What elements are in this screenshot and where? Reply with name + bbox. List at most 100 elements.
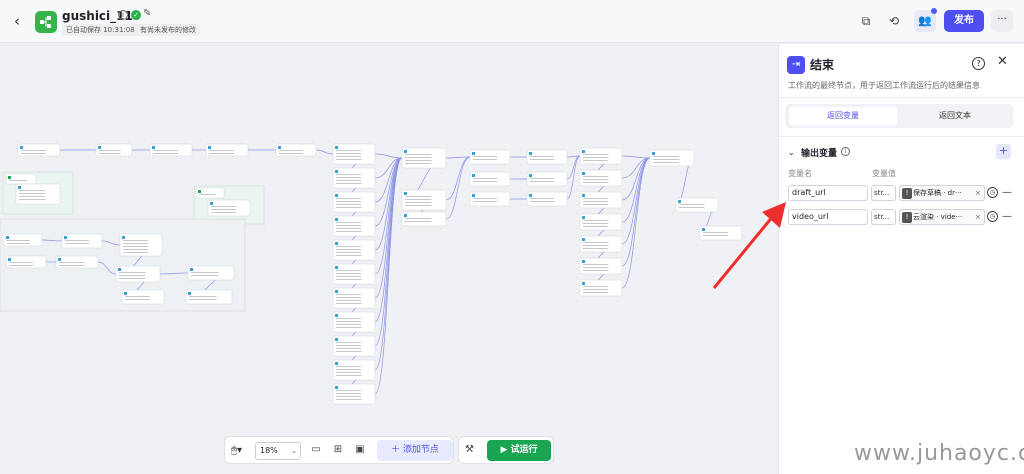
workflow-node[interactable] [579,191,623,209]
edit-icon[interactable]: ✎ [143,8,151,19]
test-run-label: 试运行 [510,445,538,455]
workflow-node[interactable] [469,191,511,207]
tab-return-variables[interactable]: 返回变量 [789,107,897,125]
workflow-node[interactable] [5,173,37,185]
variable-type-select[interactable]: str... [871,209,896,225]
publish-button[interactable]: 发布 [944,10,984,32]
clear-icon[interactable]: × [975,186,981,200]
variable-name-input[interactable]: video_url [788,209,868,225]
workflow-node[interactable] [149,143,193,157]
variable-value-text: 云渲染 · vide··· [913,213,963,221]
clock-icon[interactable]: ◷ [987,211,998,222]
workflow-node[interactable] [526,149,568,165]
workflow-node[interactable] [469,149,511,165]
remove-variable-button[interactable]: — [1002,187,1012,198]
clock-icon[interactable]: ◷ [987,187,998,198]
workflow-node[interactable] [332,215,376,237]
workflow-node[interactable] [579,235,623,253]
workflow-node[interactable] [332,167,376,189]
wrench-icon[interactable]: ⚒ [465,443,479,457]
workflow-node[interactable] [95,143,133,157]
workflow-node[interactable] [579,213,623,231]
zoom-value: 18% [260,446,278,455]
workflow-node[interactable] [401,211,447,227]
col-header-value: 变量值 [872,169,896,178]
add-node-label: 添加节点 [402,445,439,455]
more-options-button[interactable]: ··· [991,10,1013,32]
divider [779,136,1024,137]
section-title: 输出变量 [801,149,838,159]
workflow-node[interactable] [332,191,376,213]
workflow-node[interactable] [332,263,376,285]
workflow-node[interactable] [579,147,623,165]
clear-icon[interactable]: × [975,210,981,224]
workflow-node[interactable] [579,169,623,187]
divider [779,97,1024,98]
add-variable-button[interactable]: + [996,144,1011,159]
workflow-node[interactable] [579,279,623,297]
variable-name-input[interactable]: draft_url [788,185,868,201]
workflow-node[interactable] [185,289,233,305]
workflow-node[interactable] [207,199,251,217]
variable-value-text: 保存草稿 · dr··· [913,189,962,197]
chevron-down-icon[interactable]: ⌄ [788,148,795,157]
test-run-button[interactable]: ▶ 试运行 [487,440,551,461]
remove-variable-button[interactable]: — [1002,211,1012,222]
close-icon[interactable]: ✕ [997,54,1008,69]
add-node-button[interactable]: ＋ 添加节点 [377,440,453,461]
minimap-icon[interactable]: ▣ [353,443,367,457]
workflow-node[interactable] [61,233,103,249]
mouse-mode-icon[interactable]: 🖱▾ [231,442,249,460]
workflow-node[interactable] [332,359,376,381]
grid-layout-icon[interactable]: ⊞ [331,443,345,457]
workflow-node[interactable] [17,143,61,157]
workflow-node[interactable] [5,255,47,269]
workflow-node[interactable] [469,171,511,187]
panel-description: 工作流的最终节点，用于返回工作流运行后的结果信息 [788,81,980,90]
workflow-node[interactable] [332,383,376,405]
workflow-node[interactable] [119,233,163,257]
workflow-node[interactable] [3,233,43,247]
variable-type-select[interactable]: str... [871,185,896,201]
zoom-select[interactable]: 18% ⌄ [255,442,301,460]
warning-icon: ! [902,212,912,223]
workflow-canvas[interactable] [0,44,778,474]
info-icon[interactable]: i [118,10,128,20]
workflow-node[interactable] [205,143,249,157]
workflow-node[interactable] [332,287,376,309]
workflow-node[interactable] [526,191,568,207]
workflow-node[interactable] [579,257,623,275]
comment-icon[interactable]: ▭ [309,443,323,457]
workflow-node[interactable] [332,239,376,261]
workflow-node[interactable] [195,187,225,199]
workflow-node[interactable] [401,147,447,169]
workflow-node[interactable] [401,189,447,211]
help-icon[interactable]: ? [972,57,985,70]
copy-icon[interactable]: ⧉ [858,13,874,29]
check-circle-icon: ✓ [131,10,141,20]
col-header-name: 变量名 [788,169,812,178]
red-arrow-annotation [712,202,786,289]
workflow-node[interactable] [332,311,376,333]
run-toolbar: ⚒ ▶ 试运行 [458,436,554,464]
workflow-node[interactable] [332,143,376,165]
variable-value-ref[interactable]: ! 保存草稿 · dr··· × [899,185,985,201]
tab-return-text[interactable]: 返回文本 [901,107,1009,125]
workflow-node[interactable] [187,265,235,281]
workflow-title: gushici_119 [62,9,142,23]
history-icon[interactable]: ⟲ [886,13,902,29]
workflow-node[interactable] [649,149,695,167]
workflow-node[interactable] [332,335,376,357]
workflow-node[interactable] [121,289,165,305]
workflow-node[interactable] [55,255,99,269]
workflow-node[interactable] [115,265,161,283]
back-arrow-icon[interactable]: ‹ [14,12,30,30]
workflow-node[interactable] [526,171,568,187]
autosave-status: 已自动保存 10:31:08 [62,24,139,36]
info-icon[interactable]: i [841,147,850,156]
workflow-node[interactable] [15,183,61,205]
workflow-logo-icon [35,11,57,33]
workflow-node[interactable] [275,143,317,157]
variable-value-ref[interactable]: ! 云渲染 · vide··· × [899,209,985,225]
warning-icon: ! [902,188,912,199]
